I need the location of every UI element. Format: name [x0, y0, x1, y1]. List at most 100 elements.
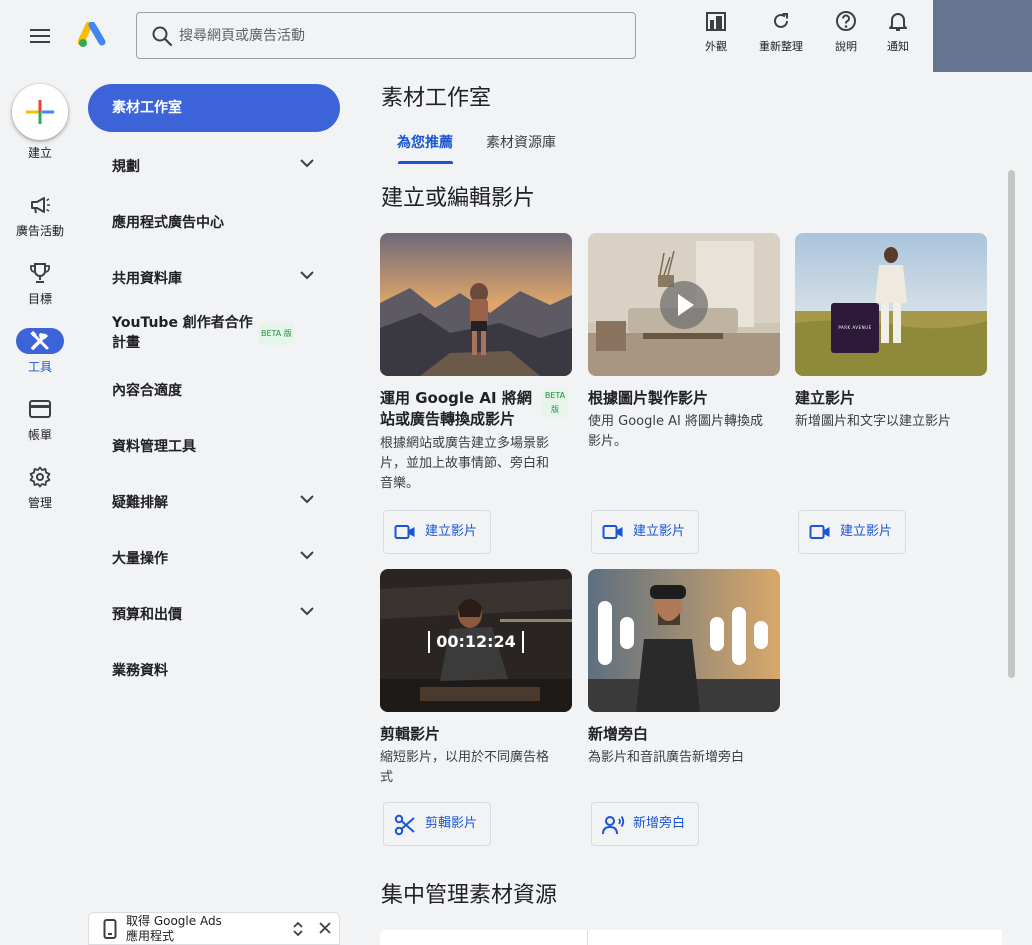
create-video-button[interactable]: 建立影片	[383, 510, 491, 554]
asset-panel	[380, 930, 1002, 945]
bell-icon	[889, 13, 907, 31]
nav-item-content-suitability[interactable]: 內容合適度	[88, 380, 340, 400]
nav-item-shared-library[interactable]: 共用資料庫	[88, 268, 340, 288]
rail-label-campaigns: 廣告活動	[15, 224, 64, 238]
video-camera-icon	[602, 525, 623, 539]
rail-label-tools: 工具	[27, 360, 52, 374]
card-desc-line3: 音樂。	[380, 476, 420, 491]
nav-label-shared-library: 共用資料庫	[112, 271, 182, 287]
google-ads-logo-icon[interactable]	[77, 21, 108, 50]
account-switcher[interactable]	[933, 0, 1032, 72]
nav-label-budgets-bidding: 預算和出價	[112, 607, 182, 623]
appearance-label: 外觀	[705, 40, 727, 53]
tools-icon	[16, 328, 64, 354]
tab-recommended[interactable]: 為您推薦	[397, 132, 453, 152]
nav-item-troubleshooting[interactable]: 疑難排解	[88, 492, 340, 512]
get-app-text: 取得 Google Ads 應用程式	[126, 914, 222, 944]
chevron-down-icon	[300, 495, 314, 504]
trophy-icon	[16, 260, 64, 286]
tab-asset-library[interactable]: 素材資源庫	[486, 132, 556, 152]
video-camera-icon	[809, 525, 830, 539]
card-description: 使用 Google AI 將圖片轉換成 影片。	[588, 412, 763, 452]
help-button[interactable]: 說明	[816, 10, 876, 62]
beta-badge-line1: BETA	[544, 391, 566, 400]
rail-item-admin[interactable]: 管理	[0, 464, 80, 511]
rail-item-goals[interactable]: 目標	[0, 260, 80, 307]
scrollbar-thumb[interactable]	[1008, 170, 1015, 678]
expand-collapse-icon[interactable]	[292, 920, 304, 938]
panel-divider	[587, 930, 588, 945]
megaphone-icon	[16, 192, 64, 218]
credit-card-icon	[16, 396, 64, 422]
voice-over-icon	[602, 815, 625, 835]
rail-label-admin: 管理	[27, 496, 52, 510]
card-desc-line2: 式	[380, 770, 394, 785]
video-camera-icon	[394, 525, 415, 539]
hamburger-menu-icon[interactable]	[24, 22, 56, 50]
nav-label-troubleshooting: 疑難排解	[112, 495, 168, 511]
nav-item-app-ad-hub[interactable]: 應用程式廣告中心	[88, 212, 340, 232]
close-icon[interactable]	[318, 921, 332, 935]
create-video-label: 建立影片	[425, 524, 478, 539]
add-voice-over-label: 新增旁白	[633, 816, 686, 831]
rail-item-billing[interactable]: 帳單	[0, 396, 80, 443]
woman-in-field-image	[795, 233, 987, 376]
card-description: 新增圖片和文字以建立影片	[795, 412, 951, 432]
refresh-label: 重新整理	[759, 40, 803, 53]
get-app-line2: 應用程式	[126, 929, 175, 943]
nav-label-business-data: 業務資料	[112, 663, 168, 679]
search-input[interactable]	[179, 21, 619, 51]
card-title: 運用 Google AI 將網 站或廣告轉換成影片	[380, 388, 532, 430]
card-title: 剪輯影片	[380, 725, 441, 743]
nav-label-bulk-actions: 大量操作	[112, 551, 168, 567]
mountain-hiker-image	[380, 233, 572, 376]
top-bar: 外觀 重新整理 說明 通知	[0, 0, 1032, 72]
card-description: 縮短影片，以用於不同廣告格 式	[380, 748, 549, 788]
nav-label-app-ad-hub: 應用程式廣告中心	[112, 215, 224, 231]
nav-item-bulk-actions[interactable]: 大量操作	[88, 548, 340, 568]
tab-bar: 為您推薦 素材資源庫	[381, 128, 1001, 166]
create-video-button[interactable]: 建立影片	[591, 510, 699, 554]
search-box[interactable]	[136, 12, 636, 59]
nav-label-planning: 規劃	[112, 159, 140, 175]
nav-item-planning[interactable]: 規劃	[88, 156, 340, 176]
notifications-label: 通知	[887, 40, 909, 53]
card-title: 建立影片	[795, 389, 856, 407]
add-voice-over-button[interactable]: 新增旁白	[591, 802, 699, 846]
nav-item-asset-studio[interactable]: 素材工作室	[88, 84, 340, 132]
card-desc-line1: 使用 Google AI 將圖片轉換成	[588, 414, 763, 429]
gear-icon	[16, 464, 64, 490]
nav-label-youtube-line2: 計畫	[112, 335, 140, 351]
active-tab-indicator	[398, 161, 453, 164]
card-desc-line2: 片，並加上故事情節、旁白和	[380, 456, 550, 471]
plus-icon	[26, 100, 54, 124]
chevron-down-icon	[300, 551, 314, 560]
trim-video-button[interactable]: 剪輯影片	[383, 802, 491, 846]
google-ads-app: 外觀 重新整理 說明 通知 建立	[0, 0, 1032, 945]
man-with-soundwave-image	[588, 569, 780, 712]
nav-item-data-manager[interactable]: 資料管理工具	[88, 436, 340, 456]
refresh-button[interactable]: 重新整理	[751, 10, 811, 62]
rail-item-tools[interactable]: 工具	[0, 328, 80, 375]
beta-badge-line2: 版	[551, 405, 559, 414]
appearance-button[interactable]: 外觀	[686, 10, 746, 62]
create-video-button[interactable]: 建立影片	[798, 510, 906, 554]
card-desc-line1: 縮短影片，以用於不同廣告格	[380, 750, 550, 765]
nav-label-data-manager: 資料管理工具	[112, 439, 196, 455]
chevron-down-icon	[300, 271, 314, 280]
create-button[interactable]	[12, 84, 68, 140]
nav-item-budgets-bidding[interactable]: 預算和出價	[88, 604, 340, 624]
card-desc-line1: 為影片和音訊廣告新增旁白	[588, 750, 745, 765]
search-icon	[151, 25, 173, 47]
rail-item-campaigns[interactable]: 廣告活動	[0, 192, 80, 239]
chevron-down-icon	[300, 159, 314, 168]
card-title: 新增旁白	[588, 725, 649, 743]
nav-item-business-data[interactable]: 業務資料	[88, 660, 340, 680]
beta-badge: BETA 版	[542, 389, 568, 417]
help-label: 說明	[835, 40, 857, 53]
get-app-banner[interactable]: 取得 Google Ads 應用程式	[88, 912, 340, 945]
create-video-label: 建立影片	[633, 524, 686, 539]
get-app-line1: 取得 Google Ads	[126, 914, 222, 928]
notifications-button[interactable]: 通知	[868, 10, 928, 62]
nav-item-youtube-creator[interactable]: YouTube 創作者合作 計畫 BETA 版	[88, 313, 340, 353]
